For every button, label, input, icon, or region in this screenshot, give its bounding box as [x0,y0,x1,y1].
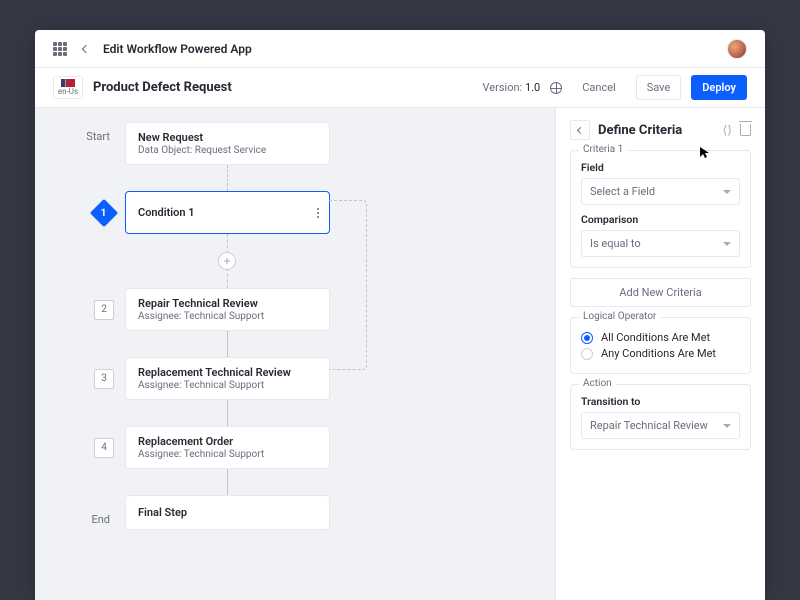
node-start[interactable]: New Request Data Object: Request Service [125,122,330,165]
node-meta: Assignee: Technical Support [138,311,317,322]
node-meta: Data Object: Request Service [138,145,317,156]
connector [227,268,228,288]
node-menu-icon[interactable] [317,208,319,218]
node-final[interactable]: Final Step [125,495,330,530]
node-title: Repair Technical Review [138,297,317,310]
radio-any-conditions[interactable]: Any Conditions Are Met [581,347,740,360]
step-number: 4 [94,438,114,458]
subheader-actions: Version: 1.0 Cancel Save Deploy [483,75,747,100]
connector [227,469,228,495]
step-number: 3 [94,369,114,389]
language-code: en-Us [54,88,82,95]
add-criteria-button[interactable]: Add New Criteria [570,278,751,307]
cursor-icon [700,147,710,159]
node-step-3[interactable]: 3 Replacement Technical Review Assignee:… [125,357,330,400]
side-panel: Define Criteria ⟨⟩ Criteria 1 Field Sele… [555,108,765,600]
field-label: Field [581,161,740,174]
panel-header: Define Criteria ⟨⟩ [570,120,751,140]
comparison-label: Comparison [581,213,740,226]
condition-marker-icon: 1 [90,198,118,226]
expand-icon[interactable]: ⟨⟩ [723,123,732,137]
radio-icon [581,348,593,360]
caret-down-icon [723,190,731,194]
transition-label: Transition to [581,395,740,408]
apps-grid-icon[interactable] [53,42,67,56]
node-meta: Assignee: Technical Support [138,380,317,391]
transition-value: Repair Technical Review [590,419,708,432]
flag-icon [61,79,75,87]
end-label: End [60,513,110,526]
globe-icon[interactable] [550,82,562,94]
deploy-button[interactable]: Deploy [691,75,747,100]
connector [227,400,228,426]
app-window: Edit Workflow Powered App en-Us Product … [35,30,765,600]
comparison-value: Is equal to [590,237,641,250]
panel-back-button[interactable] [570,120,590,140]
cancel-button[interactable]: Cancel [572,76,625,99]
topbar: Edit Workflow Powered App [35,30,765,68]
caret-down-icon [723,424,731,428]
comparison-select[interactable]: Is equal to [581,230,740,257]
action-legend: Action [579,378,616,389]
start-label: Start [60,130,110,143]
transition-select[interactable]: Repair Technical Review [581,412,740,439]
field-value: Select a Field [590,185,655,198]
radio-label: Any Conditions Are Met [601,347,716,360]
action-group: Action Transition to Repair Technical Re… [570,384,751,450]
caret-down-icon [723,242,731,246]
language-selector[interactable]: en-Us [53,76,83,98]
criteria-group: Criteria 1 Field Select a Field Comparis… [570,150,751,268]
connector [227,165,228,191]
breadcrumb: Edit Workflow Powered App [103,42,252,56]
node-meta: Assignee: Technical Support [138,449,317,460]
save-button[interactable]: Save [636,75,682,100]
field-select[interactable]: Select a Field [581,178,740,205]
logic-group: Logical Operator All Conditions Are Met … [570,317,751,374]
loopback-connector [329,200,367,370]
radio-icon [581,332,593,344]
avatar[interactable] [727,39,747,59]
workflow-canvas[interactable]: Start New Request Data Object: Request S… [35,108,555,600]
panel-title: Define Criteria [598,123,715,138]
node-condition-1[interactable]: 1 Condition 1 [125,191,330,234]
radio-all-conditions[interactable]: All Conditions Are Met [581,331,740,344]
node-step-4[interactable]: 4 Replacement Order Assignee: Technical … [125,426,330,469]
connector [227,234,228,254]
node-title: Condition 1 [138,206,317,219]
node-title: Replacement Technical Review [138,366,317,379]
add-step-button[interactable]: + [218,252,236,270]
connector [227,331,228,357]
node-step-2[interactable]: 2 Repair Technical Review Assignee: Tech… [125,288,330,331]
chevron-left-icon [576,126,583,133]
node-title: New Request [138,131,317,144]
subheader: en-Us Product Defect Request Version: 1.… [35,68,765,108]
back-icon[interactable] [82,44,90,52]
node-title: Final Step [138,506,317,519]
step-number: 2 [94,300,114,320]
page-title: Product Defect Request [93,80,232,95]
node-title: Replacement Order [138,435,317,448]
radio-label: All Conditions Are Met [601,331,710,344]
workspace: Start New Request Data Object: Request S… [35,108,765,600]
logic-legend: Logical Operator [579,311,660,322]
version-label: Version: 1.0 [483,81,541,94]
criteria-legend: Criteria 1 [579,144,627,155]
delete-icon[interactable] [740,124,751,136]
